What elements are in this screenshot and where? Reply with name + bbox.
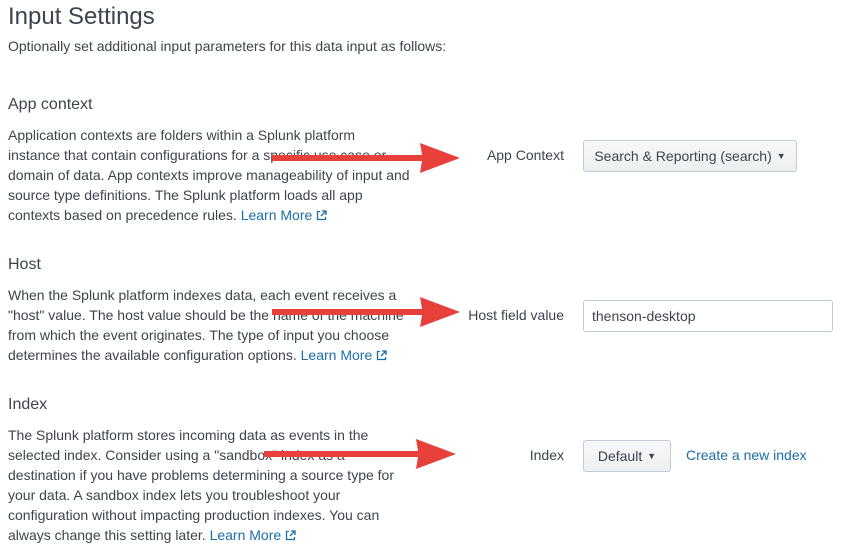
- index-label: Index: [529, 447, 564, 463]
- host-learn-more-label: Learn More: [300, 347, 373, 363]
- page-title: Input Settings: [8, 3, 155, 30]
- create-new-index-link[interactable]: Create a new index: [686, 446, 807, 464]
- host-field-input[interactable]: [583, 300, 833, 332]
- section-heading-host: Host: [8, 256, 41, 273]
- arrow-right-icon: [264, 439, 456, 469]
- arrow-right-icon: [272, 297, 460, 327]
- caret-down-icon: ▼: [647, 451, 657, 461]
- host-field-label: Host field value: [468, 307, 564, 323]
- app-context-learn-more-label: Learn More: [240, 207, 313, 223]
- index-dropdown[interactable]: Default ▼: [583, 440, 671, 472]
- external-link-icon: [286, 530, 296, 541]
- caret-down-icon: ▼: [776, 151, 786, 161]
- arrow-right-icon: [272, 143, 460, 173]
- host-learn-more-link[interactable]: Learn More: [301, 347, 388, 363]
- section-heading-app-context: App context: [8, 96, 93, 113]
- app-context-learn-more-link[interactable]: Learn More: [241, 207, 328, 223]
- app-context-dropdown[interactable]: Search & Reporting (search) ▼: [583, 140, 797, 172]
- external-link-icon: [317, 210, 327, 221]
- index-learn-more-link[interactable]: Learn More: [210, 527, 297, 543]
- app-context-selected-value: Search & Reporting (search): [594, 148, 772, 164]
- section-heading-index: Index: [8, 396, 48, 413]
- page-subtitle: Optionally set additional input paramete…: [8, 38, 447, 54]
- app-context-label: App Context: [486, 147, 564, 163]
- external-link-icon: [377, 350, 387, 361]
- index-selected-value: Default: [597, 448, 643, 464]
- index-learn-more-label: Learn More: [209, 527, 282, 543]
